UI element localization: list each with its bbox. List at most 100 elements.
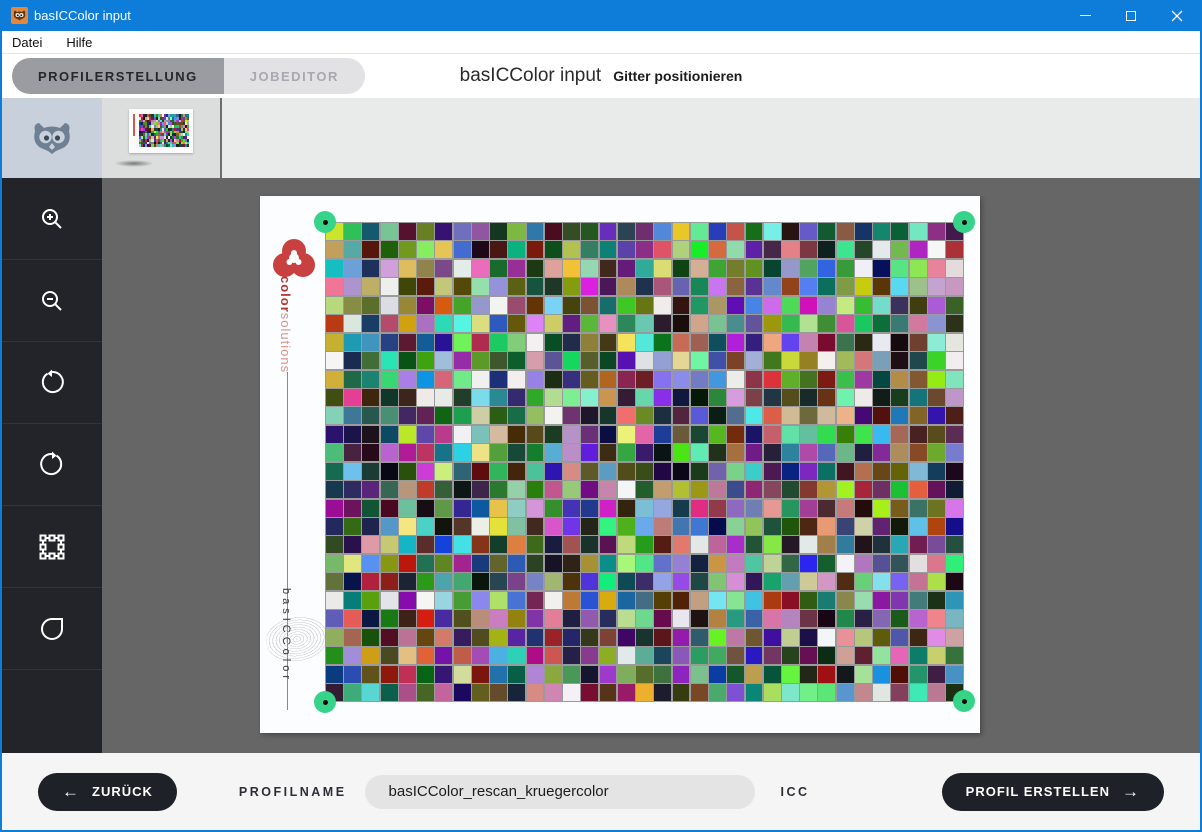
color-patch — [362, 426, 379, 443]
minimize-button[interactable] — [1062, 0, 1108, 31]
color-patch — [490, 629, 507, 646]
color-patch — [435, 647, 452, 664]
image-canvas[interactable]: colorsolutions basICColor — [102, 178, 1200, 753]
color-patch — [764, 278, 781, 295]
color-patch — [490, 278, 507, 295]
color-patch — [709, 518, 726, 535]
color-patch — [946, 610, 963, 627]
color-patch — [691, 223, 708, 240]
color-patch — [855, 407, 872, 424]
color-patch — [782, 426, 799, 443]
color-patch — [600, 278, 617, 295]
color-patch — [782, 352, 799, 369]
color-patch — [326, 463, 343, 480]
color-patch — [581, 241, 598, 258]
color-patch — [855, 573, 872, 590]
color-patch — [454, 334, 471, 351]
color-patch — [746, 536, 763, 553]
color-patch — [891, 426, 908, 443]
color-patch — [563, 666, 580, 683]
color-patch — [417, 260, 434, 277]
color-patch — [746, 352, 763, 369]
color-patch — [527, 241, 544, 258]
color-patch — [946, 389, 963, 406]
color-patch — [709, 260, 726, 277]
maximize-button[interactable] — [1108, 0, 1154, 31]
picker-button[interactable] — [2, 588, 102, 670]
color-patch — [527, 518, 544, 535]
color-patch — [381, 463, 398, 480]
zoom-out-button[interactable] — [2, 260, 102, 342]
color-patch — [454, 463, 471, 480]
color-patch — [764, 241, 781, 258]
color-patch — [746, 684, 763, 701]
color-patch — [946, 278, 963, 295]
corner-marker-bottom-left[interactable] — [314, 691, 336, 713]
rotate-cw-button[interactable] — [2, 424, 102, 506]
color-patch — [654, 315, 671, 332]
create-profile-button[interactable]: PROFIL ERSTELLEN → — [942, 773, 1164, 811]
filmstrip-home-tab[interactable] — [2, 98, 102, 178]
color-patch — [454, 315, 471, 332]
app-owl-icon — [11, 7, 28, 24]
color-patch — [527, 407, 544, 424]
color-patch — [399, 278, 416, 295]
profile-name-input[interactable] — [365, 775, 755, 809]
color-patch — [454, 666, 471, 683]
filmstrip-divider — [220, 98, 222, 178]
color-patch — [600, 371, 617, 388]
color-patch — [709, 463, 726, 480]
color-patch — [326, 241, 343, 258]
back-button[interactable]: ← ZURÜCK — [38, 773, 177, 811]
corner-marker-top-left[interactable] — [314, 211, 336, 233]
color-patch — [855, 555, 872, 572]
color-patch — [636, 315, 653, 332]
color-patch — [673, 315, 690, 332]
scan-thumbnail-tab[interactable] — [102, 98, 220, 178]
color-patch — [581, 334, 598, 351]
color-patch — [928, 315, 945, 332]
color-patch — [654, 297, 671, 314]
color-patch — [636, 666, 653, 683]
color-patch — [636, 592, 653, 609]
rotate-ccw-button[interactable] — [2, 342, 102, 424]
color-patch — [727, 334, 744, 351]
color-patch — [636, 241, 653, 258]
color-patch — [800, 666, 817, 683]
color-patch — [746, 315, 763, 332]
color-patch — [946, 444, 963, 461]
menu-item-hilfe[interactable]: Hilfe — [66, 35, 92, 50]
corner-marker-top-right[interactable] — [953, 211, 975, 233]
color-patch — [764, 315, 781, 332]
color-patch — [381, 555, 398, 572]
color-patch — [326, 278, 343, 295]
close-button[interactable] — [1154, 0, 1200, 31]
color-patch — [818, 610, 835, 627]
color-patch — [654, 223, 671, 240]
color-patch — [508, 371, 525, 388]
tab-jobeditor[interactable]: JOBEDITOR — [224, 58, 365, 94]
color-patch — [746, 629, 763, 646]
color-patch — [508, 536, 525, 553]
color-patch — [910, 666, 927, 683]
zoom-in-button[interactable] — [2, 178, 102, 260]
color-patch — [581, 407, 598, 424]
color-patch — [527, 536, 544, 553]
workspace: colorsolutions basICColor — [2, 178, 1200, 753]
color-patch — [673, 389, 690, 406]
corner-marker-bottom-right[interactable] — [953, 690, 975, 712]
color-patch — [837, 647, 854, 664]
tab-profilerstellung[interactable]: PROFILERSTELLUNG — [12, 58, 224, 94]
color-patch — [545, 463, 562, 480]
menu-item-datei[interactable]: Datei — [12, 35, 42, 50]
color-patch — [891, 223, 908, 240]
crop-frame-button[interactable] — [2, 506, 102, 588]
color-patch — [764, 297, 781, 314]
color-patch — [946, 592, 963, 609]
color-patch — [727, 647, 744, 664]
color-patch — [344, 463, 361, 480]
color-patch — [654, 610, 671, 627]
color-patch — [910, 389, 927, 406]
color-patch — [600, 555, 617, 572]
color-patch — [818, 555, 835, 572]
